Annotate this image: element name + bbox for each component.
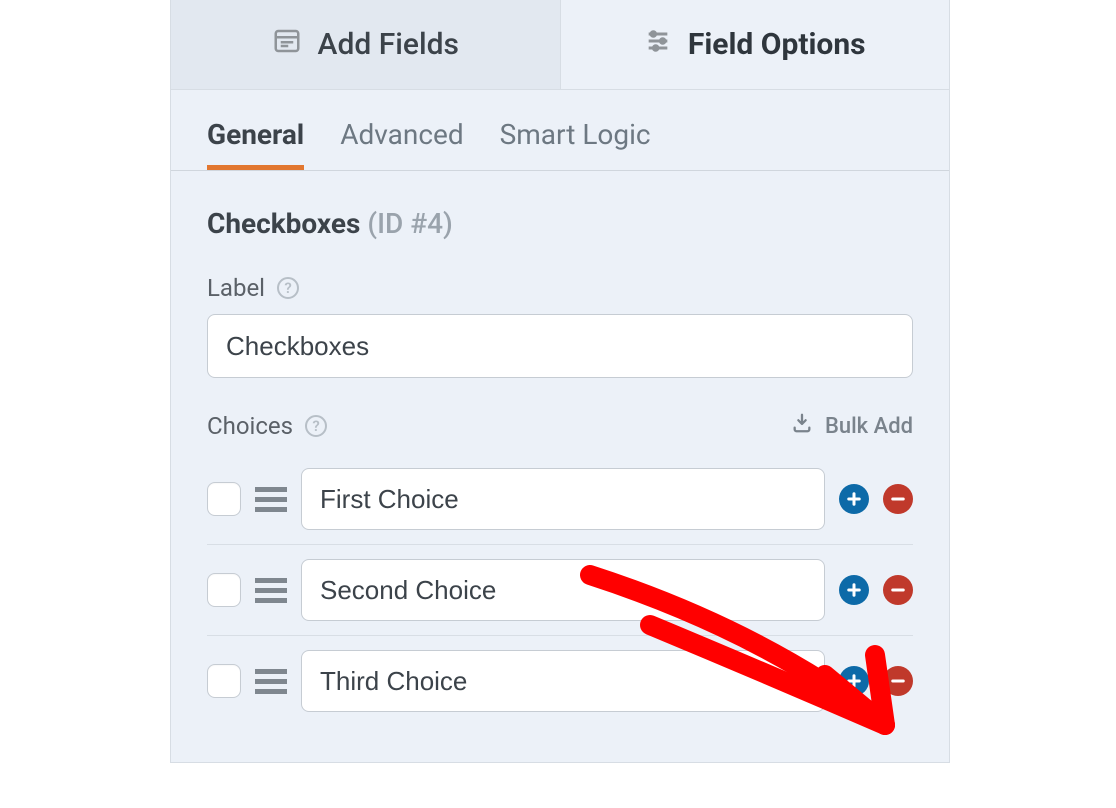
field-options-panel: Add Fields Field Options General Advance… — [170, 0, 950, 763]
choice-checkbox[interactable] — [207, 482, 241, 516]
field-title: Checkboxes (ID #4) — [207, 207, 913, 240]
choices-label: Choices — [207, 412, 293, 440]
label-input[interactable] — [207, 314, 913, 378]
field-options-content: Checkboxes (ID #4) Label ? Choices ? Bul… — [171, 171, 949, 762]
remove-choice-button[interactable] — [883, 575, 913, 605]
choices-list — [207, 454, 913, 726]
top-tabs: Add Fields Field Options — [171, 0, 949, 90]
drag-handle-icon[interactable] — [255, 487, 287, 512]
tab-field-options[interactable]: Field Options — [561, 0, 950, 90]
label-section-heading: Label ? — [207, 274, 913, 302]
drag-handle-icon[interactable] — [255, 578, 287, 603]
choices-section-heading: Choices ? — [207, 412, 327, 440]
tab-add-fields-label: Add Fields — [318, 27, 459, 62]
add-choice-button[interactable] — [839, 484, 869, 514]
download-icon — [791, 412, 813, 440]
sub-tab-smart-logic[interactable]: Smart Logic — [500, 118, 651, 170]
choice-row — [207, 545, 913, 636]
choice-checkbox[interactable] — [207, 664, 241, 698]
tab-add-fields[interactable]: Add Fields — [171, 0, 561, 90]
choice-checkbox[interactable] — [207, 573, 241, 607]
choice-input[interactable] — [301, 650, 825, 712]
help-icon[interactable]: ? — [305, 415, 327, 437]
add-choice-button[interactable] — [839, 575, 869, 605]
drag-handle-icon[interactable] — [255, 669, 287, 694]
help-icon[interactable]: ? — [277, 277, 299, 299]
field-type-name: Checkboxes — [207, 207, 360, 240]
choice-row — [207, 454, 913, 545]
tab-field-options-label: Field Options — [688, 27, 866, 62]
remove-choice-button[interactable] — [883, 484, 913, 514]
sub-tabs: General Advanced Smart Logic — [171, 90, 949, 171]
choice-row — [207, 636, 913, 726]
form-icon — [272, 26, 302, 64]
bulk-add-link[interactable]: Bulk Add — [791, 412, 913, 440]
sub-tab-advanced[interactable]: Advanced — [340, 118, 463, 170]
sliders-icon — [644, 27, 672, 63]
label-text: Label — [207, 274, 265, 302]
sub-tab-general[interactable]: General — [207, 118, 304, 170]
choices-header: Choices ? Bulk Add — [207, 412, 913, 440]
bulk-add-label: Bulk Add — [825, 414, 913, 439]
remove-choice-button[interactable] — [883, 666, 913, 696]
add-choice-button[interactable] — [839, 666, 869, 696]
choice-input[interactable] — [301, 559, 825, 621]
choice-input[interactable] — [301, 468, 825, 530]
field-id: (ID #4) — [367, 207, 452, 240]
